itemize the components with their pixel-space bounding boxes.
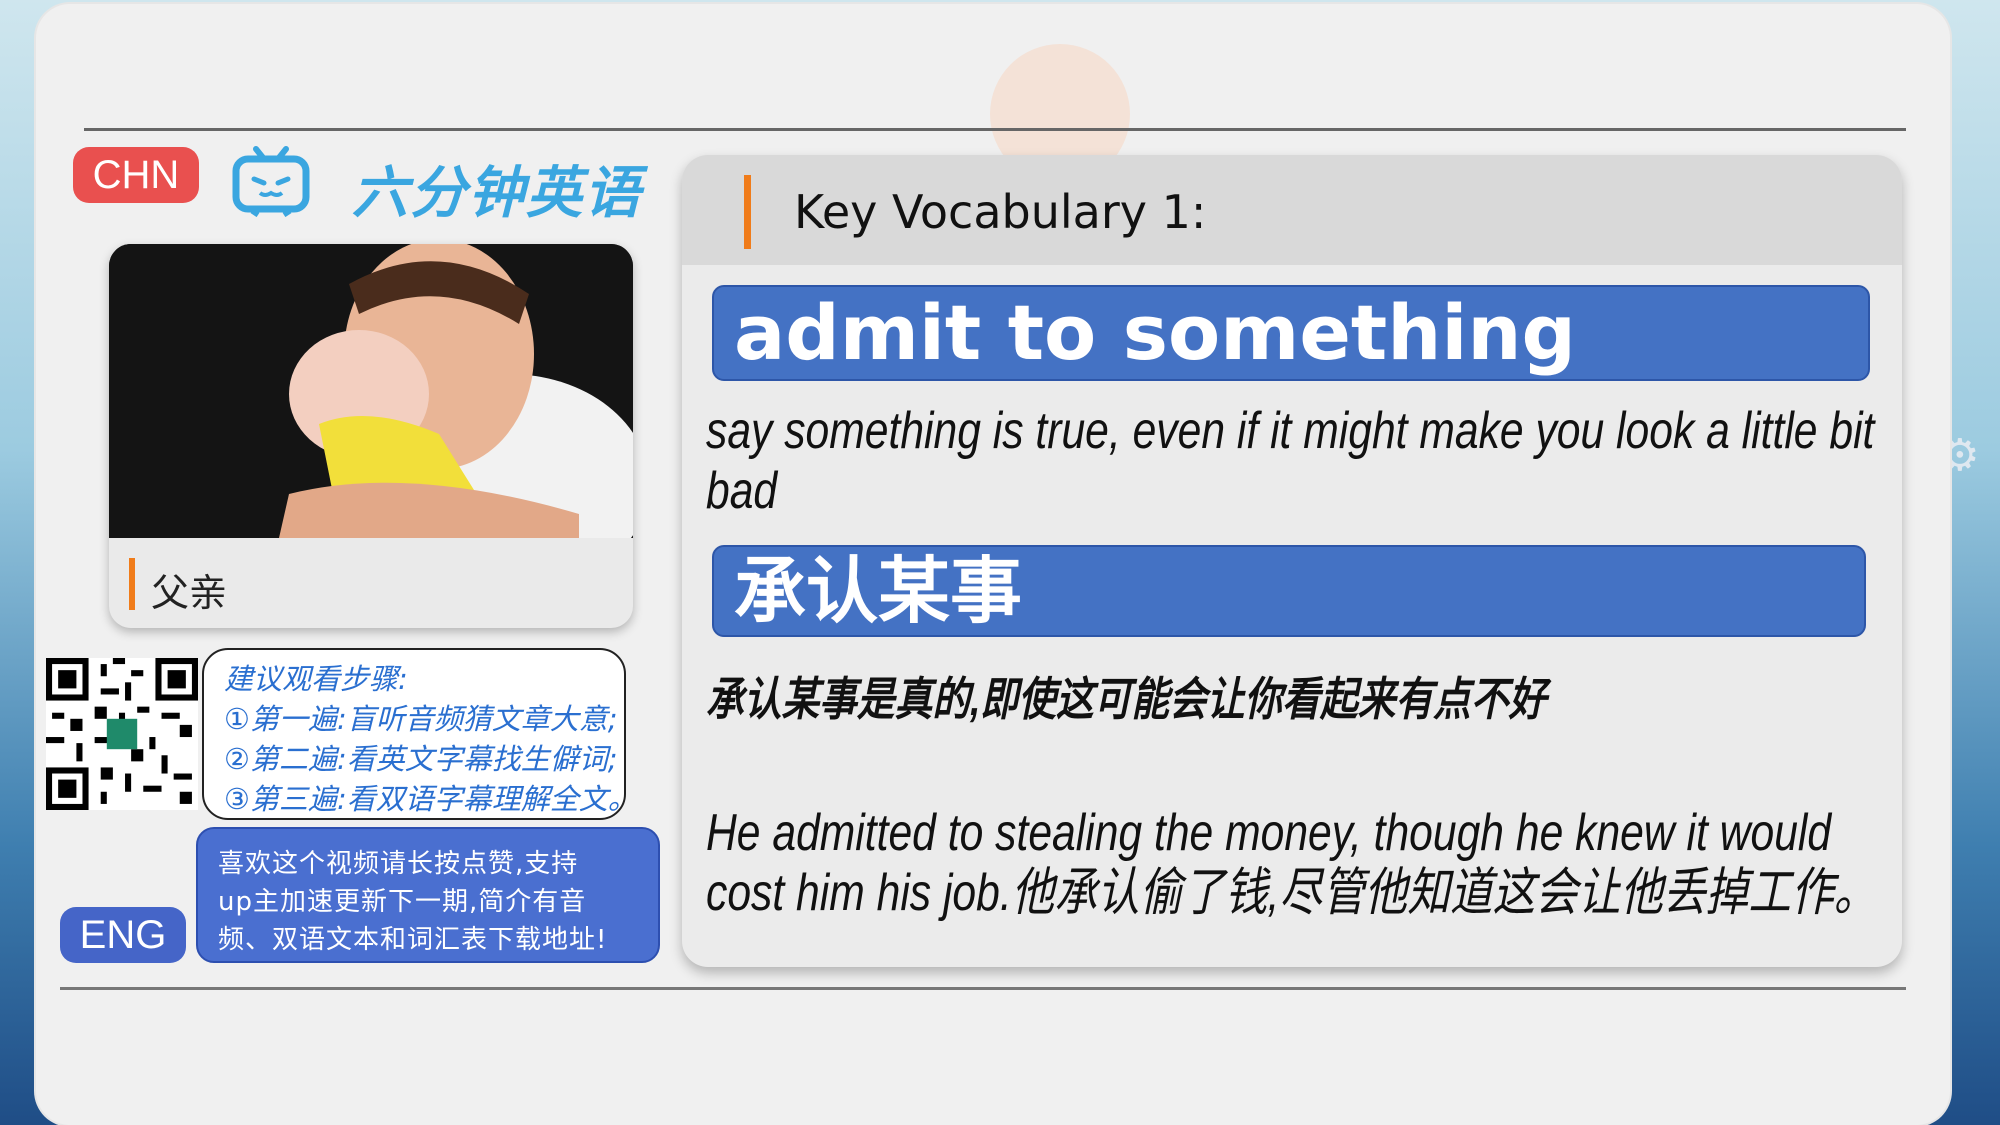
tips-step-2: ②第二遍:看英文字幕找生僻词; bbox=[224, 742, 618, 776]
term-english-band: admit to something bbox=[712, 285, 1870, 381]
viewing-tips-box: 建议观看步骤: ①第一遍:盲听音频猜文章大意; ②第二遍:看英文字幕找生僻词; … bbox=[202, 648, 637, 820]
chn-badge: CHN bbox=[73, 147, 199, 203]
father-baby-photo bbox=[109, 244, 633, 538]
term-english: admit to something bbox=[734, 288, 1576, 377]
promo-line-1: 喜欢这个视频请长按点赞,支持 bbox=[218, 849, 579, 879]
tips-step-3: ③第三遍:看双语字幕理解全文。 bbox=[224, 782, 637, 816]
definition-english-line-2: bad bbox=[706, 462, 778, 520]
eng-badge: ENG bbox=[60, 907, 186, 963]
term-chinese-band: 承认某事 bbox=[712, 545, 1866, 637]
tips-step-1: ①第一遍:盲听音频猜文章大意; bbox=[224, 702, 618, 736]
photo-label-accent bbox=[129, 558, 135, 610]
definition-chinese: 承认某事是真的,即使这可能会让你看起来有点不好 bbox=[706, 673, 1547, 725]
top-divider bbox=[84, 128, 1906, 131]
definition-english: say something is true, even if it might … bbox=[706, 401, 1874, 521]
promo-box: 喜欢这个视频请长按点赞,支持 up主加速更新下一期,简介有音 频、双语文本和词汇… bbox=[196, 827, 660, 963]
bottom-divider bbox=[60, 987, 1906, 990]
promo-line-3: 频、双语文本和词汇表下载地址! bbox=[218, 925, 608, 955]
promo-line-2: up主加速更新下一期,简介有音 bbox=[218, 887, 587, 917]
vocabulary-header-accent bbox=[744, 175, 751, 249]
vocabulary-panel: Key Vocabulary 1: admit to something say… bbox=[682, 155, 1902, 967]
term-chinese: 承认某事 bbox=[734, 549, 1023, 633]
example-line-2: cost him his job.他承认偷了钱,尽管他知道这会让他丢掉工作。 bbox=[706, 864, 1877, 922]
definition-english-line-1: say something is true, even if it might … bbox=[706, 402, 1875, 460]
example-line-1: He admitted to stealing the money, thoug… bbox=[706, 804, 1832, 862]
vocabulary-heading: Key Vocabulary 1: bbox=[794, 185, 1207, 239]
bilibili-tv-icon bbox=[232, 146, 310, 217]
photo-label: 父亲 bbox=[151, 571, 228, 615]
qr-code[interactable] bbox=[46, 658, 198, 810]
tips-heading: 建议观看步骤: bbox=[224, 662, 408, 696]
brand-title: 六分钟英语 bbox=[352, 161, 642, 226]
example-sentence: He admitted to stealing the money, thoug… bbox=[706, 803, 1876, 923]
photo-card: 父亲 bbox=[109, 244, 633, 628]
